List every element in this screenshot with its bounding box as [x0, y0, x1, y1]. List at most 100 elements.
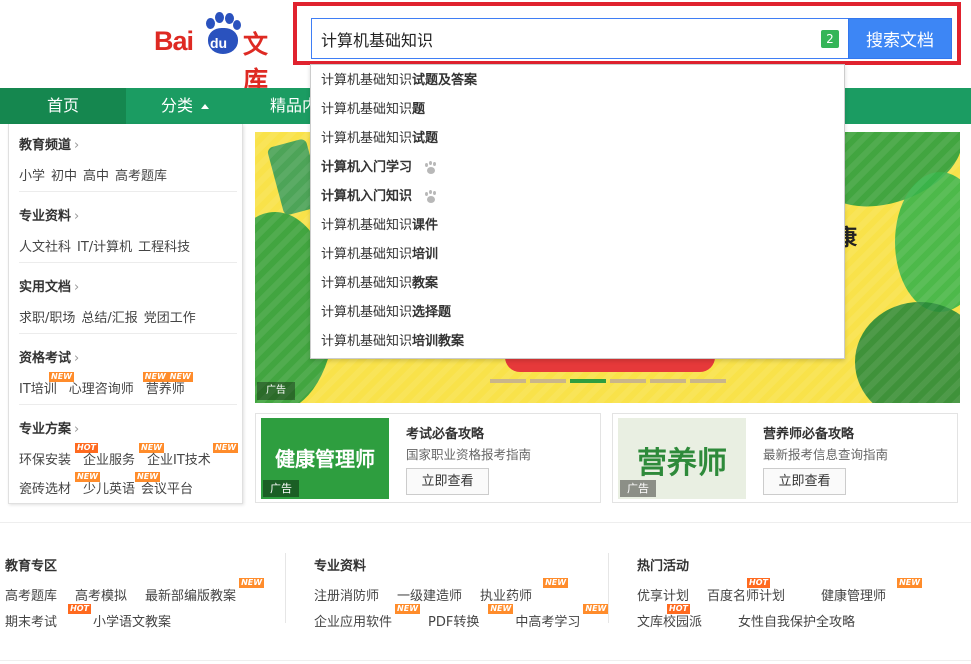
category-link[interactable]: 会议平台 NEW: [135, 472, 199, 497]
category-link[interactable]: 工程科技: [138, 240, 190, 255]
divider: [19, 191, 237, 192]
suggestion-item[interactable]: 计算机入门知识: [321, 182, 438, 211]
suggestion-item[interactable]: 计算机入门学习: [321, 153, 438, 182]
search-input[interactable]: [311, 18, 848, 59]
bottom-section: 教育专区 高考题库 高考模拟 最新部编版教案 NEW 期末考试 HOT 小学语文教案: [5, 555, 265, 630]
category-link[interactable]: 营养师 NEW: [146, 372, 193, 397]
bottom-link[interactable]: 女性自我保护全攻略: [738, 615, 855, 630]
category-title[interactable]: 实用文档 ›: [19, 276, 237, 295]
card-title[interactable]: 营养师必备攻略: [763, 423, 854, 442]
category-link[interactable]: 心理咨询师 NEW: [68, 372, 168, 397]
nav-category[interactable]: 分类: [126, 88, 244, 124]
bottom-link[interactable]: 一级建造师: [397, 589, 462, 604]
divider: [19, 404, 237, 405]
hot-badge: HOT: [68, 604, 92, 614]
carousel-dot[interactable]: [530, 379, 566, 383]
bottom-link[interactable]: PDF转换 NEW: [428, 604, 514, 630]
suggestion-completion: 题: [412, 102, 426, 117]
carousel-dot[interactable]: [650, 379, 686, 383]
caret-up-icon: [201, 104, 209, 109]
bottom-link[interactable]: 企业应用软件 NEW: [314, 604, 421, 630]
category-link[interactable]: 高考题库: [115, 169, 167, 184]
new-badge: NEW: [139, 443, 164, 453]
logo-bai: Bai: [154, 26, 194, 56]
category-link[interactable]: 企业IT技术 NEW: [147, 443, 239, 468]
card-image[interactable]: 营养师 广告: [618, 418, 746, 499]
category-title[interactable]: 教育频道 ›: [19, 134, 237, 153]
category-link[interactable]: 求职/职场: [19, 311, 75, 326]
bottom-link[interactable]: 优享计划: [637, 589, 689, 604]
suggestion-item[interactable]: 计算机基础知识培训: [321, 240, 438, 269]
category-link[interactable]: 小学: [19, 169, 45, 184]
category-title[interactable]: 专业资料 ›: [19, 205, 237, 224]
bottom-link[interactable]: 执业药师 NEW: [480, 578, 569, 604]
logo-du: du: [210, 35, 228, 51]
bottom-link[interactable]: 健康管理师 NEW: [821, 578, 923, 604]
category-group: 教育频道 › 小学 初中 高中 高考题库: [19, 134, 237, 184]
category-link[interactable]: 初中: [51, 169, 77, 184]
suggestion-item[interactable]: 计算机基础知识课件: [321, 211, 438, 240]
bottom-link[interactable]: 中高考学习 NEW: [515, 604, 609, 630]
bottom-section-title: 热门活动: [637, 559, 690, 574]
suggestion-completion: 入门学习: [360, 160, 413, 175]
search-documents-button[interactable]: 搜索文档: [848, 18, 952, 59]
category-link[interactable]: 环保安装 HOT: [19, 443, 98, 468]
baidu-wenku-logo[interactable]: Bai du 文库: [152, 8, 292, 95]
bottom-link[interactable]: 百度名师计划 HOT: [707, 578, 803, 604]
category-title-text: 专业方案: [19, 422, 72, 437]
suggestion-item[interactable]: 计算机基础知识选择题: [321, 298, 451, 327]
bottom-section-title: 专业资料: [314, 559, 367, 574]
bottom-link[interactable]: 高考题库: [5, 589, 57, 604]
bottom-link-text: 企业应用软件: [314, 615, 393, 630]
bottom-link[interactable]: 小学语文教案: [93, 615, 171, 630]
category-link[interactable]: 总结/汇报: [81, 311, 137, 326]
bottom-link-text: 期末考试: [5, 615, 58, 630]
nav-home[interactable]: 首页: [0, 88, 126, 124]
hot-badge: HOT: [747, 578, 770, 588]
card-title[interactable]: 考试必备攻略: [406, 423, 484, 442]
carousel-dot[interactable]: [610, 379, 646, 383]
suggestion-item[interactable]: 计算机基础知识试题: [321, 124, 438, 153]
bottom-link[interactable]: 期末考试 HOT: [5, 604, 92, 630]
bottom-link-row: 文库校园派 HOT 女性自我保护全攻略: [637, 604, 873, 630]
bottom-link[interactable]: 注册消防师: [314, 589, 379, 604]
category-title[interactable]: 资格考试 ›: [19, 347, 237, 366]
view-now-button[interactable]: 立即查看: [406, 468, 489, 495]
category-group: 专业资料 › 人文社科 IT/计算机 工程科技: [19, 205, 237, 255]
chevron-right-icon: ›: [74, 138, 80, 153]
category-link[interactable]: 企业服务 NEW: [83, 443, 164, 468]
bottom-link[interactable]: 文库校园派 HOT: [637, 604, 720, 630]
suggestion-item[interactable]: 计算机基础知识题: [321, 95, 425, 124]
search-count-badge: 2: [821, 30, 839, 48]
category-title[interactable]: 专业方案 ›: [19, 418, 237, 437]
category-link[interactable]: IT/计算机: [77, 240, 132, 255]
nav-home-label: 首页: [46, 96, 79, 115]
category-link[interactable]: 人文社科: [19, 240, 71, 255]
category-link[interactable]: IT培训 NEW: [19, 372, 74, 397]
category-link-text: 企业IT技术: [147, 453, 211, 468]
category-link[interactable]: 少儿英语: [83, 482, 135, 497]
bottom-link[interactable]: 最新部编版教案 NEW: [145, 578, 265, 604]
divider: [0, 660, 971, 661]
carousel-dot[interactable]: [490, 379, 526, 383]
carousel-dot-active[interactable]: [570, 379, 606, 383]
view-now-button[interactable]: 立即查看: [763, 468, 846, 495]
suggestion-item[interactable]: 计算机基础知识教案: [321, 269, 438, 298]
suggestion-prefix: 计算机基础知识: [321, 131, 413, 146]
suggestion-completion: 教案: [412, 276, 439, 291]
suggestion-item[interactable]: 计算机基础知识试题及答案: [321, 66, 477, 95]
category-link[interactable]: 党团工作: [144, 311, 196, 326]
ad-label: 广告: [263, 480, 299, 497]
category-link-text: 心理咨询师: [68, 382, 134, 397]
bottom-link[interactable]: 高考模拟: [75, 589, 127, 604]
card-image[interactable]: 健康管理师 广告: [261, 418, 389, 499]
hot-badge: HOT: [75, 443, 98, 453]
carousel-dot[interactable]: [690, 379, 726, 383]
new-badge: NEW: [75, 472, 100, 482]
suggestion-item[interactable]: 计算机基础知识培训教案: [321, 327, 464, 356]
category-link[interactable]: 高中: [83, 169, 109, 184]
category-link[interactable]: 瓷砖选材 NEW: [19, 472, 100, 497]
search-highlight-box: 2 搜索文档: [293, 2, 961, 65]
category-group: 实用文档 › 求职/职场 总结/汇报 党团工作: [19, 276, 237, 326]
card-image-text: 营养师: [637, 446, 727, 481]
